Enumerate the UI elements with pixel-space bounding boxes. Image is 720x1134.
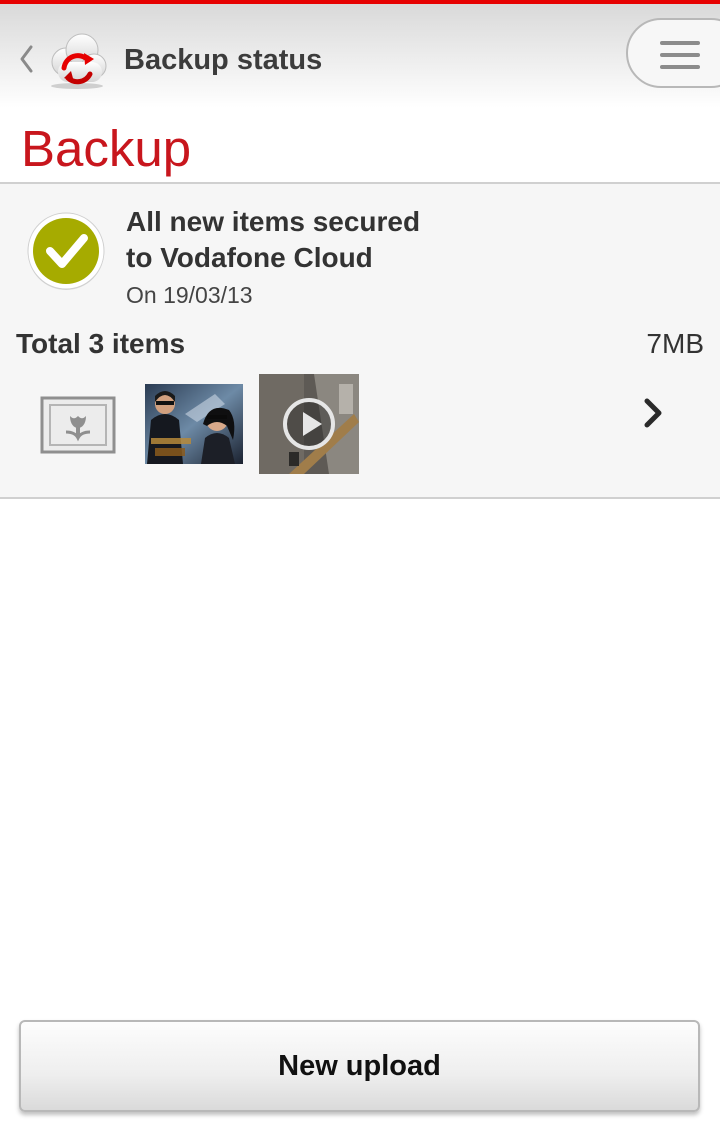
backup-status-card[interactable]: All new items secured to Vodafone Cloud … (0, 182, 720, 499)
total-items-label: Total 3 items (16, 328, 186, 359)
back-button[interactable] (16, 42, 36, 76)
app-bar: Backup status (0, 4, 720, 108)
status-message-line2: to Vodafone Cloud (126, 242, 373, 273)
screen-title: Backup status (124, 44, 323, 76)
video-thumbnail (259, 374, 359, 474)
new-upload-button[interactable]: New upload (19, 1020, 700, 1112)
thumbnail-image-placeholder[interactable] (40, 396, 116, 454)
view-items-button[interactable] (638, 396, 668, 430)
backup-date: On 19/03/13 (126, 282, 253, 308)
status-message-line1: All new items secured (126, 206, 421, 237)
cloud-sync-logo (51, 33, 107, 89)
thumbnail-photo[interactable] (145, 384, 243, 464)
backup-status-message: All new items secured to Vodafone Cloud (126, 204, 420, 276)
total-size: 7MB (646, 328, 704, 359)
menu-button[interactable] (626, 18, 720, 88)
checkmark-circle-icon (27, 212, 105, 290)
movie-poster-thumbnail (145, 384, 243, 464)
page-heading: Backup (21, 120, 192, 177)
chevron-left-icon (20, 45, 33, 73)
picture-placeholder-icon (40, 396, 116, 454)
chevron-right-icon (644, 398, 662, 428)
thumbnail-video[interactable] (259, 374, 359, 474)
